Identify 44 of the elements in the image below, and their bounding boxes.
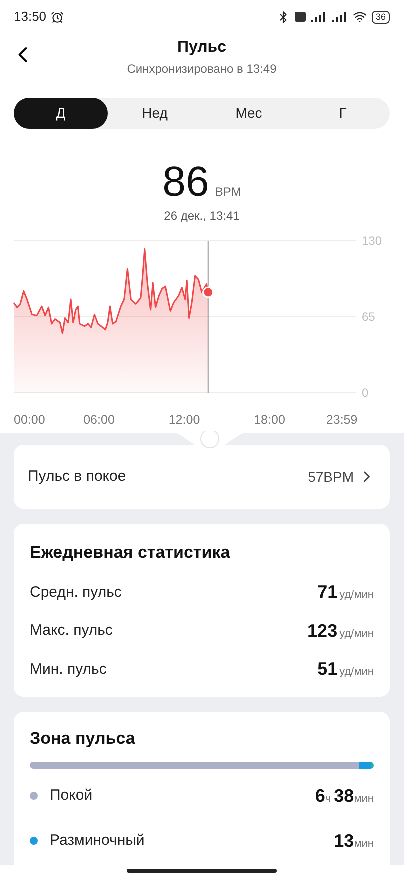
stat-label: Мин. пульс: [30, 660, 107, 680]
zone-duration: 13: [334, 830, 354, 852]
stat-value: 71: [318, 581, 338, 604]
stat-label: Средн. пульс: [30, 582, 122, 602]
period-tab[interactable]: Нед: [108, 98, 202, 129]
period-tab[interactable]: Мес: [202, 98, 296, 129]
axis-label: 00:00: [14, 413, 46, 427]
stat-unit: уд/мин: [340, 588, 374, 604]
selected-point: [202, 286, 214, 298]
heart-rate-value: 86: [162, 159, 210, 205]
zone-duration-unit: мин: [354, 836, 374, 852]
period-tab[interactable]: Д: [14, 98, 108, 129]
alarm-icon: [50, 10, 64, 24]
heart-rate-unit: BPM: [215, 184, 242, 201]
card-title: Зона пульса: [30, 728, 136, 750]
zone-duration: 6: [315, 784, 326, 808]
zone-duration: 38: [334, 784, 354, 808]
battery-indicator: 36: [372, 10, 390, 24]
axis-label: 06:00: [84, 413, 115, 427]
zone-duration-unit: ч: [325, 792, 332, 806]
status-time: 13:50: [14, 8, 47, 26]
wifi-icon: [352, 10, 367, 24]
stat-value: 51: [318, 658, 338, 682]
axis-label: 12:00: [168, 413, 200, 427]
signal-icon: [332, 12, 348, 22]
zone-duration-unit: мин: [354, 792, 374, 806]
stat-unit: уд/мин: [340, 665, 374, 680]
card-title: Ежедневная статистика: [30, 542, 232, 564]
axis-label: 18:00: [254, 413, 286, 427]
zone-label: Покой: [50, 786, 93, 806]
zone-label: Разминочный: [50, 830, 145, 851]
home-indicator[interactable]: [127, 869, 277, 873]
axis-label: 0: [362, 386, 369, 400]
axis-label: 23:59: [326, 413, 358, 427]
stat-unit: уд/мин: [340, 626, 374, 642]
period-tab[interactable]: Г: [296, 98, 390, 129]
axis-label: 65: [362, 310, 376, 324]
signal-icon: [310, 12, 327, 22]
sync-status: Синхронизировано в 13:49: [127, 61, 277, 78]
stat-value: 123: [308, 620, 338, 643]
page-title: Пульс: [177, 38, 227, 58]
stat-label: Макс. пульс: [30, 621, 113, 641]
axis-label: 130: [362, 234, 382, 248]
reading-time: 26 дек., 13:41: [164, 208, 240, 225]
